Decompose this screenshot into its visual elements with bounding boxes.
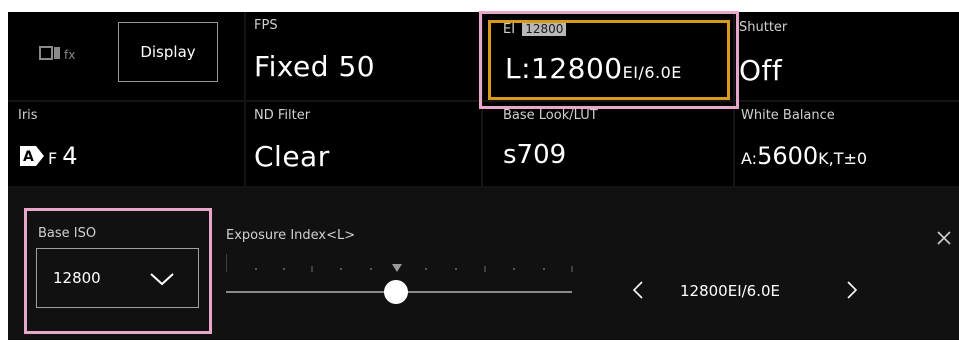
white-balance-caption: White Balance (741, 108, 835, 123)
exposure-index-value: 12800EI/6.0E (680, 282, 781, 300)
wb-tint: T±0 (833, 149, 868, 168)
fps-value: Fixed 50 (254, 50, 376, 83)
slider-scale-dot (370, 268, 372, 270)
exposure-index-slider[interactable] (225, 254, 576, 308)
slider-reference-marker (392, 264, 402, 272)
slider-scale-dot (283, 268, 285, 270)
nd-filter-caption: ND Filter (254, 108, 311, 123)
iris-caption: Iris (18, 108, 38, 123)
base-look-value: s709 (503, 140, 567, 170)
slider-graphic (225, 254, 573, 304)
shutter-value: Off (739, 54, 783, 87)
camera-fx-icon[interactable]: fx (38, 42, 88, 66)
base-look-cell[interactable]: Base Look/LUT s709 (483, 102, 733, 186)
iris-f-prefix: F (48, 149, 58, 168)
wb-kelvin-unit: K, (818, 149, 834, 168)
display-button-label: Display (140, 43, 196, 61)
fps-cell[interactable]: FPS Fixed 50 (246, 12, 481, 100)
svg-text:A: A (23, 149, 34, 165)
slider-scale-dot (425, 268, 427, 270)
slider-scale-dot (543, 268, 545, 270)
chevron-left-icon[interactable] (632, 280, 644, 304)
nd-filter-cell[interactable]: ND Filter Clear (246, 102, 481, 186)
white-balance-cell[interactable]: White Balance A:5600K,T±0 (735, 102, 959, 186)
slider-scale-dot (255, 268, 257, 270)
white-balance-value: A:5600K,T±0 (741, 142, 867, 170)
iris-cell[interactable]: Iris A F 4 (8, 102, 244, 186)
base-iso-highlight-frame (24, 208, 212, 334)
iris-number: 4 (62, 142, 78, 170)
wb-kelvin: 5600 (757, 142, 819, 170)
fps-caption: FPS (254, 18, 278, 33)
ei-selected-frame (488, 20, 730, 100)
slider-scale-dot (455, 268, 457, 270)
wb-prefix: A: (741, 149, 758, 168)
display-button[interactable]: Display (118, 22, 218, 82)
svg-text:fx: fx (64, 48, 75, 62)
exposure-index-caption: Exposure Index<L> (226, 228, 356, 243)
iris-value: F 4 (48, 142, 78, 170)
slider-thumb[interactable] (384, 280, 408, 304)
slider-scale-dot (340, 268, 342, 270)
nd-filter-value: Clear (254, 140, 330, 173)
shutter-caption: Shutter (739, 20, 788, 35)
auto-A-icon: A (20, 146, 44, 166)
toolbar-cell: fx Display (8, 12, 244, 100)
slider-scale-dot (513, 268, 515, 270)
shutter-cell[interactable]: Shutter Off (735, 12, 959, 100)
chevron-right-icon[interactable] (846, 280, 858, 304)
close-icon[interactable] (936, 230, 952, 250)
base-look-caption: Base Look/LUT (503, 108, 598, 123)
